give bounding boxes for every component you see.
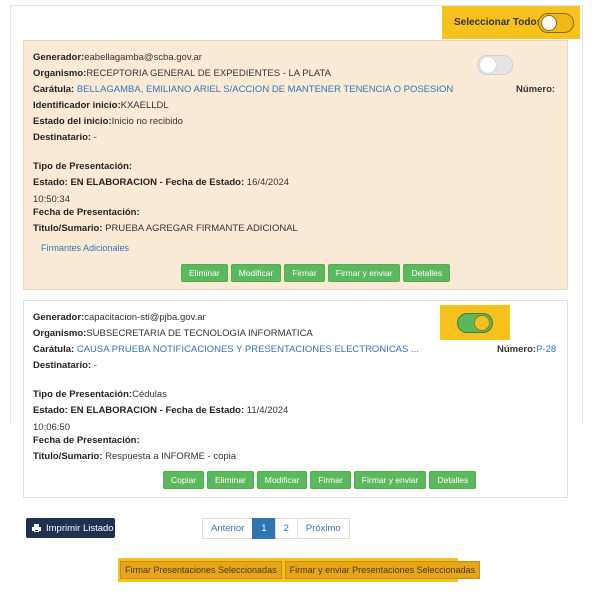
pagination: Anterior 1 2 Próximo: [202, 518, 350, 539]
hora-row: 10:50:34: [33, 194, 70, 206]
card-select-highlight: [440, 305, 510, 340]
generador-row: Generador:capacitacion-sti@pjba.gov.ar: [33, 312, 206, 324]
pagination-page-1[interactable]: 1: [252, 518, 276, 539]
printer-icon: [32, 524, 41, 532]
firmar-button[interactable]: Firmar: [310, 471, 351, 489]
select-all-container[interactable]: Seleccionar Todos: [442, 6, 580, 39]
caratula-row: Carátula: CAUSA PRUEBA NOTIFICACIONES Y …: [33, 344, 419, 356]
fecha-presentacion-label: Fecha de Presentación:: [33, 435, 140, 446]
fecha-presentacion-row: Fecha de Presentación:: [33, 207, 140, 219]
destinatario-label: Destinatario:: [33, 360, 92, 371]
toggle-knob: [480, 57, 496, 73]
estado-inicio-label: Estado del inicio:: [33, 116, 112, 127]
modificar-button[interactable]: Modificar: [230, 264, 282, 282]
tipo-label: Tipo de Presentación:: [33, 389, 133, 400]
estado-inicio-row: Estado del inicio:Inicio no recibido: [33, 116, 183, 128]
tipo-row: Tipo de Presentación:: [33, 161, 132, 173]
identificador-row: Identificador inicio:KXAELLDL: [33, 100, 169, 112]
organismo-value: SUBSECRETARIA DE TECNOLOGIA INFORMATICA: [86, 328, 313, 339]
destinatario-row: Destinatario: -: [33, 132, 97, 144]
print-list-label: Imprimir Listado: [46, 522, 114, 534]
toggle-knob: [474, 315, 490, 331]
firmar-enviar-button[interactable]: Firmar y enviar: [353, 471, 427, 489]
estado-label: Estado: EN ELABORACION - Fecha de Estado…: [33, 405, 245, 416]
fecha-presentacion-row: Fecha de Presentación:: [33, 435, 140, 447]
caratula-label: Carátula:: [33, 84, 75, 95]
pagination-next[interactable]: Próximo: [296, 518, 350, 539]
sign-selected-button[interactable]: Firmar Presentaciones Seleccionadas: [120, 561, 282, 579]
organismo-row: Organismo:SUBSECRETARIA DE TECNOLOGIA IN…: [33, 328, 313, 340]
detalles-button[interactable]: Detalles: [403, 264, 451, 282]
toggle-knob: [541, 15, 557, 31]
titulo-row: Titulo/Sumario: PRUEBA AGREGAR FIRMANTE …: [33, 223, 298, 235]
select-all-toggle[interactable]: [538, 13, 574, 33]
destinatario-label: Destinatario:: [33, 132, 92, 143]
card-select-toggle[interactable]: [477, 55, 513, 75]
identificador-value: KXAELLDL: [120, 100, 169, 111]
estado-inicio-value: Inicio no recibido: [111, 116, 183, 127]
select-all-label: Seleccionar Todos: [454, 17, 543, 28]
presentation-card: Generador:eabellagamba@scba.gov.ar Organ…: [23, 40, 568, 290]
modificar-button[interactable]: Modificar: [256, 471, 308, 489]
titulo-label: Titulo/Sumario:: [33, 223, 103, 234]
fecha-presentacion-label: Fecha de Presentación:: [33, 207, 140, 218]
card-actions: Copiar Eliminar Modificar Firmar Firmar …: [163, 471, 477, 489]
generador-value: capacitacion-sti@pjba.gov.ar: [84, 312, 206, 323]
print-list-button[interactable]: Imprimir Listado: [26, 518, 115, 538]
numero-link[interactable]: P-28: [536, 344, 556, 355]
destinatario-value: -: [91, 132, 97, 143]
tipo-value: Cédulas: [132, 389, 167, 400]
estado-fecha-value: 11/4/2024: [244, 405, 289, 416]
copiar-button[interactable]: Copiar: [163, 471, 205, 489]
caratula-row: Carátula: BELLAGAMBA, EMILIANO ARIEL S/A…: [33, 84, 453, 96]
destinatario-value: -: [91, 360, 97, 371]
pagination-prev[interactable]: Anterior: [202, 518, 254, 539]
hora-value: 10:50:34: [33, 194, 70, 205]
destinatario-row: Destinatario: -: [33, 360, 97, 372]
generador-row: Generador:eabellagamba@scba.gov.ar: [33, 52, 202, 64]
generador-label: Generador:: [33, 312, 85, 323]
eliminar-button[interactable]: Eliminar: [181, 264, 228, 282]
firmantes-row: Firmantes Adicionales: [41, 242, 129, 255]
organismo-label: Organismo:: [33, 68, 87, 79]
organismo-label: Organismo:: [33, 328, 87, 339]
estado-row: Estado: EN ELABORACION - Fecha de Estado…: [33, 405, 288, 417]
card-select-toggle[interactable]: [457, 313, 493, 333]
estado-fecha-value: 16/4/2024: [244, 177, 290, 188]
detalles-button[interactable]: Detalles: [429, 471, 477, 489]
eliminar-button[interactable]: Eliminar: [207, 471, 254, 489]
sign-send-selected-button[interactable]: Firmar y enviar Presentaciones Seleccion…: [284, 561, 481, 579]
hora-row: 10:06:50: [33, 422, 70, 434]
caratula-link[interactable]: CAUSA PRUEBA NOTIFICACIONES Y PRESENTACI…: [77, 344, 419, 355]
organismo-value: RECEPTORIA GENERAL DE EXPEDIENTES - LA P…: [86, 68, 331, 79]
titulo-value: Respuesta a INFORME - copia: [102, 451, 237, 462]
bulk-actions: Firmar Presentaciones Seleccionadas Firm…: [118, 558, 481, 582]
firmar-button[interactable]: Firmar: [284, 264, 325, 282]
titulo-label: Titulo/Sumario:: [33, 451, 103, 462]
titulo-value: PRUEBA AGREGAR FIRMANTE ADICIONAL: [102, 223, 298, 234]
tipo-label: Tipo de Presentación:: [33, 161, 133, 172]
generador-label: Generador:: [33, 52, 85, 63]
numero-field: Número:: [516, 84, 555, 96]
numero-label: Número:: [516, 84, 556, 95]
organismo-row: Organismo:RECEPTORIA GENERAL DE EXPEDIEN…: [33, 68, 331, 80]
generador-value: eabellagamba@scba.gov.ar: [84, 52, 202, 63]
hora-value: 10:06:50: [33, 422, 70, 433]
titulo-row: Titulo/Sumario: Respuesta a INFORME - co…: [33, 451, 236, 463]
firmar-enviar-button[interactable]: Firmar y enviar: [327, 264, 401, 282]
firmantes-adicionales-link[interactable]: Firmantes Adicionales: [41, 243, 129, 253]
caratula-link[interactable]: BELLAGAMBA, EMILIANO ARIEL S/ACCION DE M…: [77, 84, 453, 95]
estado-row: Estado: EN ELABORACION - Fecha de Estado…: [33, 177, 289, 189]
caratula-label: Carátula:: [33, 344, 75, 355]
tipo-row: Tipo de Presentación:Cédulas: [33, 389, 167, 401]
pagination-page-2[interactable]: 2: [274, 518, 298, 539]
identificador-label: Identificador inicio:: [33, 100, 121, 111]
estado-label: Estado: EN ELABORACION - Fecha de Estado…: [33, 177, 245, 188]
card-actions: Eliminar Modificar Firmar Firmar y envia…: [181, 264, 451, 282]
numero-field: Número:P-28: [497, 344, 556, 356]
numero-label: Número:: [497, 344, 537, 355]
